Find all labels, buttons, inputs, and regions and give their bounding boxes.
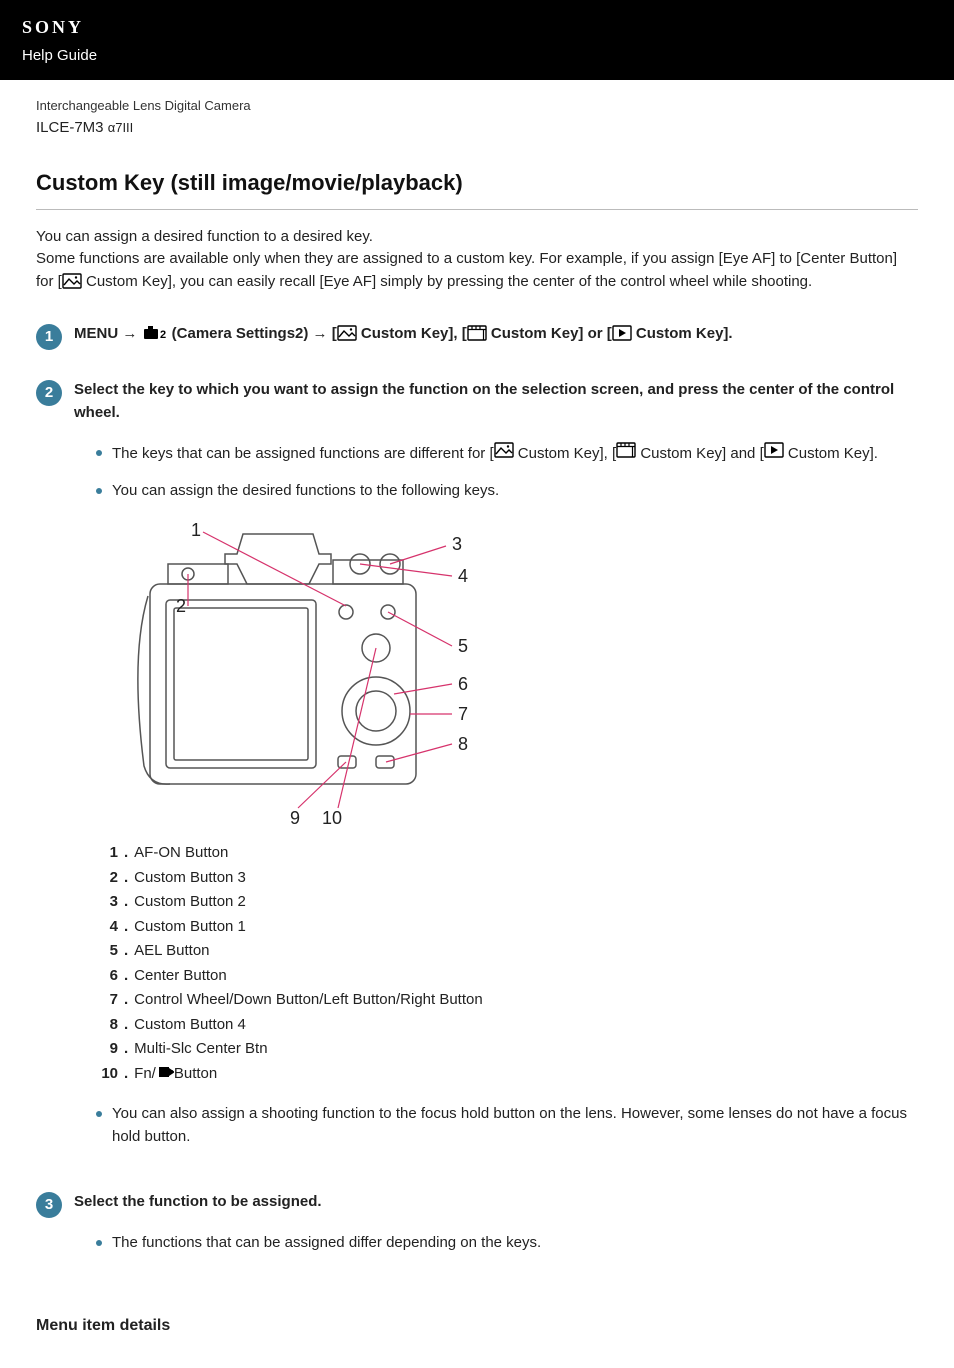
diagram-label-2: 2 <box>176 596 186 616</box>
brand-logo: SONY <box>22 14 932 41</box>
still-image-icon <box>494 442 514 458</box>
step-3-title: Select the function to be assigned. <box>74 1191 918 1214</box>
app-header: SONY Help Guide <box>0 0 954 80</box>
diagram-label-8: 8 <box>458 734 468 754</box>
key-item: 1.AF-ON Button <box>92 842 918 865</box>
content-container: Interchangeable Lens Digital Camera ILCE… <box>0 80 954 1368</box>
key-item: 10.Fn/ Button <box>92 1063 918 1086</box>
still-image-icon <box>62 273 82 289</box>
key-item: 4.Custom Button 1 <box>92 916 918 939</box>
step-3: 3 Select the function to be assigned. Th… <box>36 1178 918 1284</box>
diagram-label-4: 4 <box>458 566 468 586</box>
menu-item-details-heading: Menu item details <box>36 1314 918 1338</box>
step-number-badge: 2 <box>36 380 62 406</box>
key-item: 5.AEL Button <box>92 940 918 963</box>
guide-label: Help Guide <box>22 45 932 68</box>
diagram-label-6: 6 <box>458 674 468 694</box>
key-item: 7.Control Wheel/Down Button/Left Button/… <box>92 989 918 1012</box>
camera-diagram: 1 2 3 4 5 6 7 8 9 10 <box>88 516 918 826</box>
step-number-badge: 3 <box>36 1192 62 1218</box>
movie-icon <box>616 442 636 458</box>
camera-settings2-icon <box>142 325 168 341</box>
key-item: 2.Custom Button 3 <box>92 867 918 890</box>
diagram-label-3: 3 <box>452 534 462 554</box>
still-image-icon <box>337 325 357 341</box>
send-to-icon <box>156 1064 174 1078</box>
product-line: Interchangeable Lens Digital Camera <box>36 96 918 116</box>
model-line: ILCE-7M3 α7III <box>36 117 918 140</box>
steps: 1 MENU → (Camera Settings2) → [ Custom K… <box>36 311 918 1284</box>
step-3-bullet-1: The functions that can be assigned diffe… <box>96 1232 918 1255</box>
step-2-title: Select the key to which you want to assi… <box>74 379 918 424</box>
intro-p1: You can assign a desired function to a d… <box>36 226 918 249</box>
key-item: 9.Multi-Slc Center Btn <box>92 1038 918 1061</box>
step-2-bullet-1: The keys that can be assigned functions … <box>96 442 918 466</box>
page-title: Custom Key (still image/movie/playback) <box>36 166 918 210</box>
intro-block: You can assign a desired function to a d… <box>36 226 918 294</box>
key-item: 3.Custom Button 2 <box>92 891 918 914</box>
step-2-bullet-3: You can also assign a shooting function … <box>96 1103 918 1148</box>
intro-p2: Some functions are available only when t… <box>36 248 918 293</box>
playback-icon <box>612 325 632 341</box>
step-1-title: MENU → (Camera Settings2) → [ Custom Key… <box>74 323 918 346</box>
key-item: 6.Center Button <box>92 965 918 988</box>
playback-icon <box>764 442 784 458</box>
diagram-label-1: 1 <box>191 520 201 540</box>
model-name: α7III <box>108 120 134 135</box>
key-item: 8.Custom Button 4 <box>92 1014 918 1037</box>
movie-icon <box>467 325 487 341</box>
model-code: ILCE-7M3 <box>36 119 104 136</box>
diagram-label-10: 10 <box>322 808 342 826</box>
step-2: 2 Select the key to which you want to as… <box>36 366 918 1178</box>
step-number-badge: 1 <box>36 324 62 350</box>
diagram-label-9: 9 <box>290 808 300 826</box>
key-list: 1.AF-ON Button 2.Custom Button 3 3.Custo… <box>74 842 918 1085</box>
diagram-label-7: 7 <box>458 704 468 724</box>
step-1: 1 MENU → (Camera Settings2) → [ Custom K… <box>36 311 918 366</box>
step-2-bullet-2: You can assign the desired functions to … <box>96 480 918 503</box>
diagram-label-5: 5 <box>458 636 468 656</box>
